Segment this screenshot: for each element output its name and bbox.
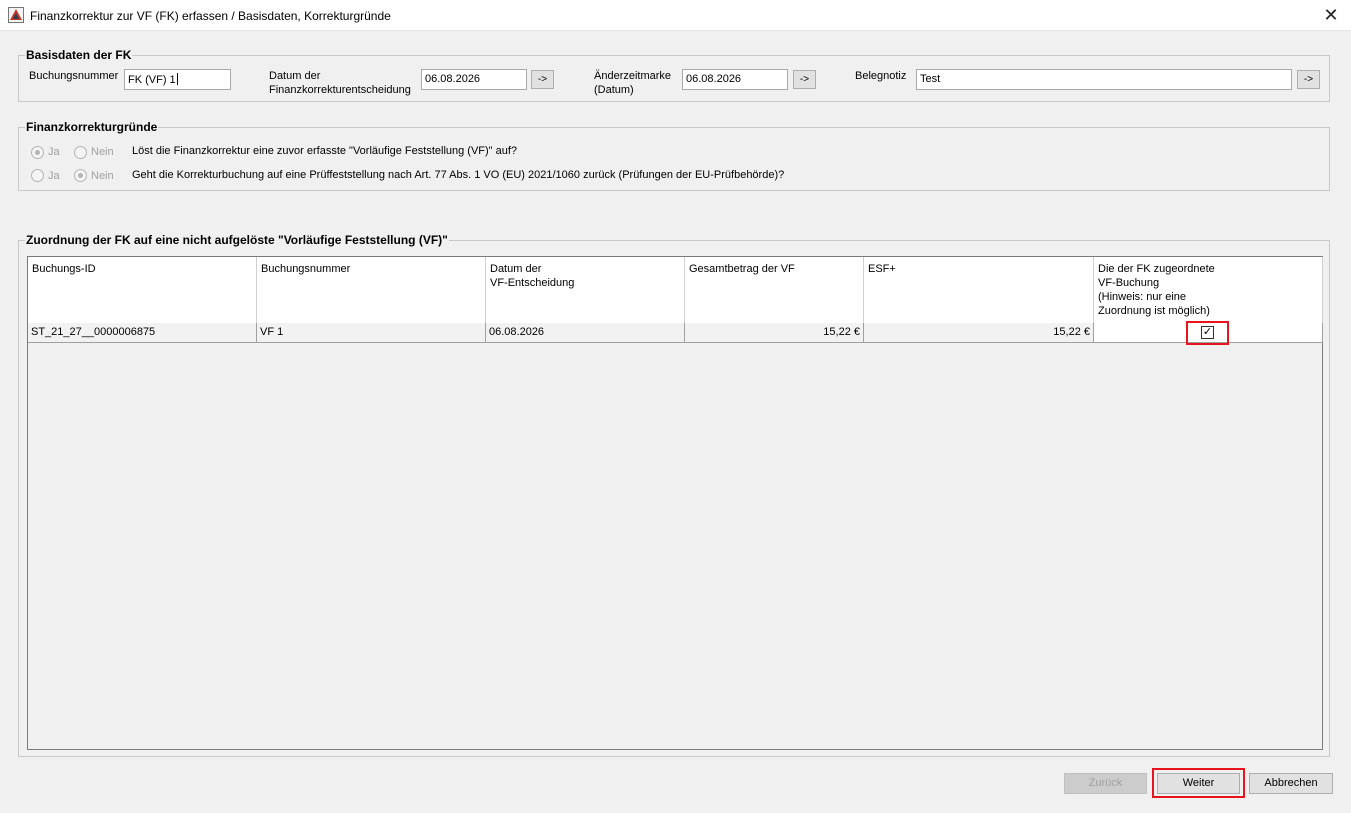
aenderung-label-line1: Änderzeitmarke	[594, 70, 672, 82]
col-gesamtbetrag-label: Gesamtbetrag der VF	[689, 263, 795, 275]
app-icon	[8, 7, 24, 23]
q2-ja-label: Ja	[48, 170, 60, 182]
buchungsnummer-field[interactable]: FK (VF) 1	[124, 69, 231, 90]
q1-ja-radio[interactable]	[31, 146, 44, 159]
belegnotiz-arrow-button[interactable]: ->	[1297, 70, 1320, 89]
col-zugeordnet-label-4: Zuordnung ist möglich)	[1098, 305, 1210, 317]
datum-field[interactable]: 06.08.2026	[421, 69, 527, 90]
cell-gesamtbetrag[interactable]: 15,22 €	[685, 323, 864, 342]
col-datum-label-1: Datum der	[490, 263, 542, 275]
col-buchungs-id-label: Buchungs-ID	[32, 263, 96, 275]
zuordnung-title: Zuordnung der FK auf eine nicht aufgelös…	[26, 233, 448, 247]
cell-esf[interactable]: 15,22 €	[864, 323, 1094, 342]
q1-nein-radio[interactable]	[74, 146, 87, 159]
datum-label-line1: Datum der	[269, 70, 321, 82]
datum-arrow-button[interactable]: ->	[531, 70, 554, 89]
col-datum[interactable]: Datum der VF-Entscheidung	[486, 257, 685, 323]
close-icon[interactable]: ✕	[1321, 4, 1341, 26]
col-datum-label-2: VF-Entscheidung	[490, 277, 575, 289]
col-zugeordnet[interactable]: Die der FK zugeordnete VF-Buchung (Hinwe…	[1094, 257, 1323, 323]
col-esf[interactable]: ESF+	[864, 257, 1094, 323]
q2-question: Geht die Korrekturbuchung auf eine Prüff…	[132, 169, 785, 181]
checkbox-highlight	[1186, 321, 1229, 345]
q1-question: Löst die Finanzkorrektur eine zuvor erfa…	[132, 145, 518, 157]
col-buchungs-id[interactable]: Buchungs-ID	[28, 257, 257, 323]
zurueck-button[interactable]: Zurück	[1064, 773, 1147, 794]
aenderung-label-line2: (Datum)	[594, 84, 634, 96]
col-zugeordnet-label-1: Die der FK zugeordnete	[1098, 263, 1215, 275]
buchungsnummer-label: Buchungsnummer	[29, 70, 119, 82]
cell-buchungsnummer[interactable]: VF 1	[257, 323, 486, 342]
col-zugeordnet-label-2: VF-Buchung	[1098, 277, 1160, 289]
col-buchungsnummer[interactable]: Buchungsnummer	[257, 257, 486, 323]
window-title: Finanzkorrektur zur VF (FK) erfassen / B…	[30, 9, 391, 23]
aenderung-field[interactable]: 06.08.2026	[682, 69, 788, 90]
belegnotiz-label: Belegnotiz	[855, 70, 907, 82]
basisdaten-title: Basisdaten der FK	[26, 48, 132, 62]
weiter-highlight	[1152, 768, 1245, 798]
cell-datum[interactable]: 06.08.2026	[486, 323, 685, 342]
q1-nein-label: Nein	[91, 146, 114, 158]
buchungsnummer-value: FK (VF) 1	[128, 74, 176, 86]
table-row[interactable]: ST_21_27__0000006875 VF 1 06.08.2026 15,…	[28, 323, 1323, 343]
col-esf-label: ESF+	[868, 263, 896, 275]
col-buchungsnummer-label: Buchungsnummer	[261, 263, 351, 275]
text-cursor	[176, 73, 178, 85]
gruende-title: Finanzkorrekturgründe	[26, 120, 158, 134]
vf-table: Buchungs-ID Buchungsnummer Datum der VF-…	[27, 256, 1323, 750]
cell-buchungs-id[interactable]: ST_21_27__0000006875	[28, 323, 257, 342]
belegnotiz-field[interactable]: Test	[916, 69, 1292, 90]
col-zugeordnet-label-3: (Hinweis: nur eine	[1098, 291, 1187, 303]
q2-ja-radio[interactable]	[31, 169, 44, 182]
q2-nein-label: Nein	[91, 170, 114, 182]
datum-label-line2: Finanzkorrekturentscheidung	[269, 84, 411, 96]
col-gesamtbetrag[interactable]: Gesamtbetrag der VF	[685, 257, 864, 323]
q2-nein-radio[interactable]	[74, 169, 87, 182]
title-bar: Finanzkorrektur zur VF (FK) erfassen / B…	[0, 0, 1351, 31]
table-header: Buchungs-ID Buchungsnummer Datum der VF-…	[28, 257, 1323, 323]
q1-ja-label: Ja	[48, 146, 60, 158]
aenderung-arrow-button[interactable]: ->	[793, 70, 816, 89]
abbrechen-button[interactable]: Abbrechen	[1249, 773, 1333, 794]
